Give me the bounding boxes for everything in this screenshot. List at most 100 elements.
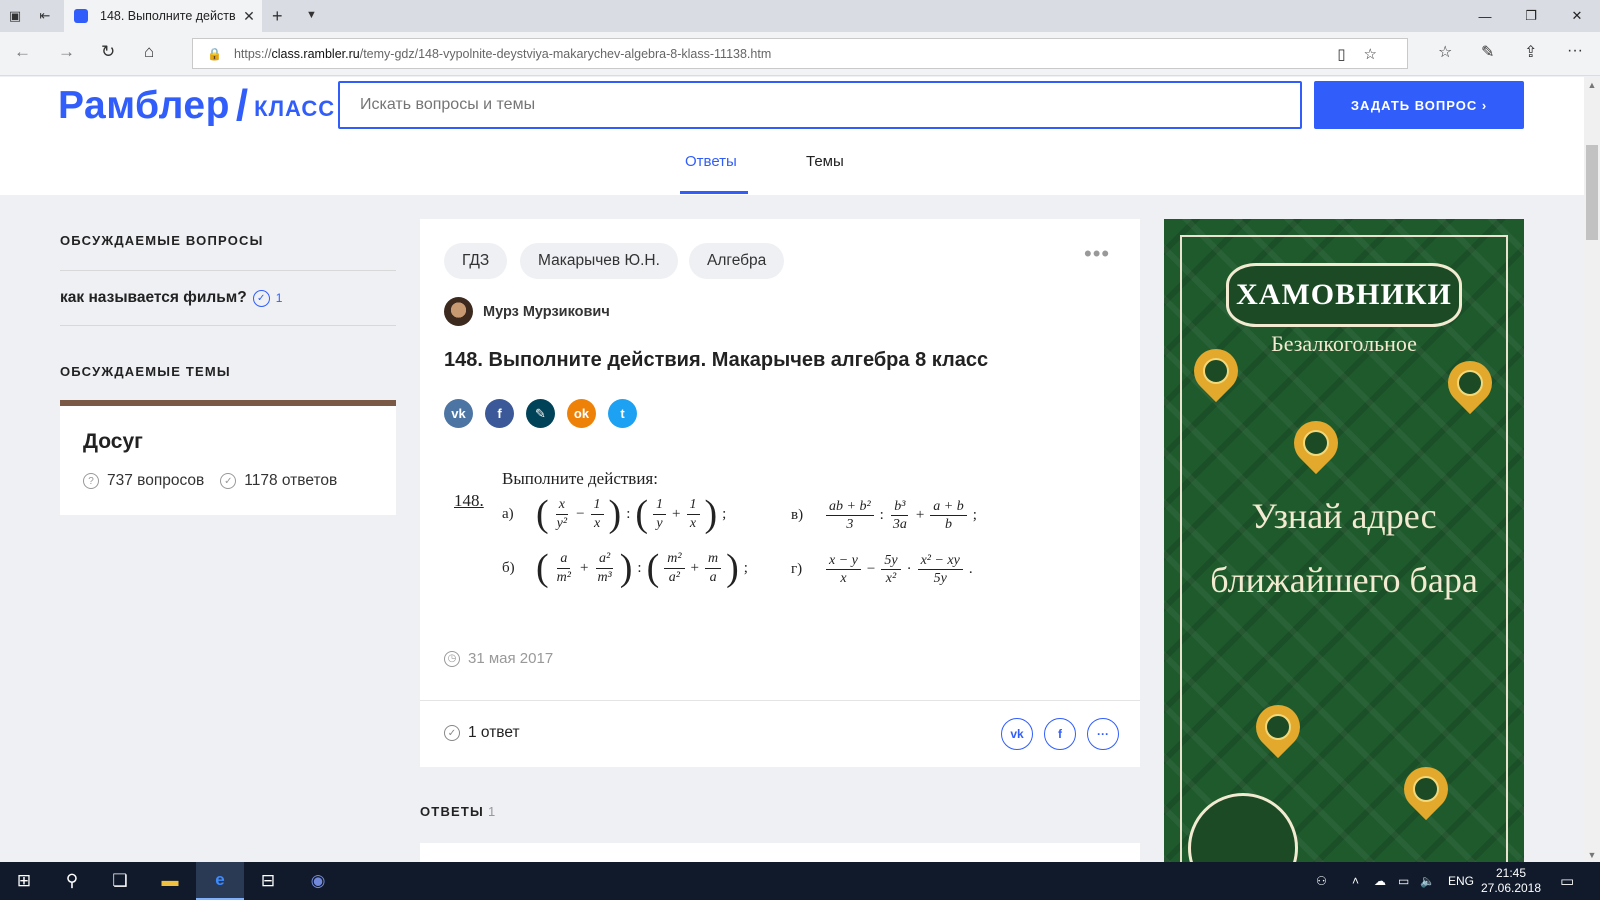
clock-time: 21:45 (1495, 866, 1527, 880)
sidebar-question-answer-count: 1 (275, 291, 283, 305)
tab-answers[interactable]: Ответы (685, 153, 737, 170)
start-windows-icon[interactable]: ⊞ (0, 862, 48, 900)
odnoklassniki-icon[interactable]: ok (567, 399, 596, 428)
search-icon[interactable]: ⚲ (48, 862, 96, 900)
tab-actions-icon[interactable]: ▣ (0, 0, 30, 32)
minimize-icon[interactable]: — (1462, 0, 1508, 32)
answer-count[interactable]: ✓ 1 ответ (444, 724, 520, 742)
share-facebook-button[interactable]: f (1044, 718, 1076, 750)
scroll-thumb[interactable] (1586, 145, 1598, 240)
label-v: в) (791, 507, 804, 524)
sidebar-question-text: как называется фильм? (60, 289, 247, 306)
author-name[interactable]: Мурз Мурзикович (483, 304, 610, 320)
active-tab-indicator (680, 191, 748, 194)
topic-questions-count: 737 вопросов (107, 472, 205, 489)
discord-icon[interactable]: ◉ (294, 862, 342, 900)
answers-count: 1 (487, 804, 497, 819)
task-heading: Выполните действия: (502, 469, 658, 488)
system-clock[interactable]: 21:45 27.06.2018 (1476, 866, 1546, 896)
divider (60, 270, 396, 271)
share-vk-button[interactable]: vk (1001, 718, 1033, 750)
scroll-down-icon[interactable]: ▼ (1584, 847, 1600, 863)
answers-section-title: ОТВЕТЫ 1 (420, 804, 496, 819)
logo-brand: Рамблер (58, 84, 230, 127)
ad-line-1: Узнай адрес (1251, 496, 1437, 536)
maximize-icon[interactable]: ❐ (1508, 0, 1554, 32)
edge-browser-icon[interactable]: e (196, 862, 244, 900)
url-prefix: https:// (233, 46, 272, 61)
favorites-hub-icon[interactable]: ☆ (1438, 42, 1452, 62)
more-menu-icon[interactable]: ··· (1567, 42, 1583, 60)
address-bar[interactable]: 🔒 https:// class.rambler.ru /temy-gdz/14… (192, 38, 1408, 69)
network-icon[interactable]: ▭ (1398, 862, 1409, 900)
answered-check-icon: ✓ (252, 289, 270, 307)
close-tab-icon[interactable]: ✕ (236, 8, 262, 25)
advertisement-banner[interactable]: ХАМОВНИКИ Безалкогольное Узнай адрес бли… (1164, 219, 1524, 863)
question-title: 148. Выполните действия. Макарычев алгеб… (444, 349, 989, 371)
site-header: Рамблер / КЛАСС ЗАДАТЬ ВОПРОС › Ответы Т… (0, 77, 1584, 195)
label-a: а) (502, 505, 514, 522)
page-scrollbar[interactable]: ▲ ▼ (1584, 77, 1600, 863)
clock-icon: ◷ (444, 650, 460, 667)
browser-nav-bar: ← → ↻ ⌂ 🔒 https:// class.rambler.ru /tem… (0, 32, 1600, 76)
back-icon[interactable]: ← (14, 42, 31, 62)
file-explorer-icon[interactable]: ▬ (146, 862, 194, 900)
check-circle-icon: ✓ (220, 473, 237, 489)
tag-gdz[interactable]: ГДЗ (444, 243, 508, 279)
expression-b: б) ( a m² + a² m³ ):( m² a² + ma ); (502, 547, 748, 589)
share-icon[interactable]: ⇪ (1524, 42, 1537, 62)
livejournal-icon[interactable]: ✎ (526, 399, 555, 428)
logo-slash: / (235, 81, 249, 130)
new-tab-icon[interactable]: + (272, 6, 283, 27)
check-circle-icon: ✓ (444, 725, 460, 741)
share-more-button[interactable]: ··· (1087, 718, 1119, 750)
people-icon[interactable]: ⚇ (1316, 862, 1327, 900)
vk-icon[interactable]: vk (444, 399, 473, 428)
label-b: б) (502, 559, 515, 576)
tray-overflow-icon[interactable]: ˄ (1352, 862, 1359, 900)
task-number: 148. (454, 491, 484, 510)
rambler-favicon-icon (74, 9, 88, 23)
topic-stats: ? 737 вопросов ✓ 1178 ответов (83, 472, 337, 490)
forward-icon[interactable]: → (58, 42, 75, 62)
browser-tab[interactable]: 148. Выполните действ ✕ (64, 0, 262, 32)
twitter-icon[interactable]: t (608, 399, 637, 428)
reading-view-and-favorite-icons[interactable]: ▯☆ (1337, 45, 1395, 63)
answer-card (420, 843, 1140, 863)
close-window-icon[interactable]: ✕ (1554, 0, 1600, 32)
question-date: ◷ 31 мая 2017 (444, 650, 553, 667)
tab-topics[interactable]: Темы (806, 153, 844, 170)
facebook-icon[interactable]: f (485, 399, 514, 428)
input-language[interactable]: ENG (1448, 862, 1474, 900)
tag-algebra[interactable]: Алгебра (689, 243, 785, 279)
topic-card[interactable]: Досуг ? 737 вопросов ✓ 1178 ответов (60, 400, 396, 515)
home-icon[interactable]: ⌂ (144, 42, 154, 62)
chevron-down-icon[interactable]: ▼ (306, 9, 317, 21)
refresh-icon[interactable]: ↻ (101, 42, 115, 62)
discussed-questions-title: ОБСУЖДАЕМЫЕ ВОПРОСЫ (60, 233, 264, 248)
topic-name: Досуг (83, 430, 143, 453)
ad-line-2: ближайшего бара (1210, 560, 1478, 600)
date-text: 31 мая 2017 (468, 650, 554, 667)
ask-question-button[interactable]: ЗАДАТЬ ВОПРОС › (1314, 81, 1524, 129)
store-icon[interactable]: ⊟ (244, 862, 292, 900)
task-view-icon[interactable]: ❏ (96, 862, 144, 900)
lock-icon: 🔒 (207, 46, 222, 61)
onedrive-icon[interactable]: ☁ (1374, 862, 1386, 900)
logo-product: КЛАСС (254, 96, 336, 121)
avatar[interactable] (444, 297, 473, 326)
discussed-topics-title: ОБСУЖДАЕМЫЕ ТЕМЫ (60, 364, 231, 379)
action-center-icon[interactable]: ▭ (1560, 862, 1574, 900)
tag-makarychev[interactable]: Макарычев Ю.Н. (520, 243, 678, 279)
volume-icon[interactable]: 🔈 (1420, 862, 1435, 900)
windows-taskbar: ⊞ ⚲ ❏ ▬ e ⊟ ◉ ⚇ ˄ ☁ ▭ 🔈 ENG 21:45 27.06.… (0, 862, 1600, 900)
rambler-klass-logo[interactable]: Рамблер / КЛАСС (58, 81, 335, 131)
task-image: Выполните действия: 148. а) ( x y² − 1x ):… (446, 459, 1046, 649)
answer-count-text: 1 ответ (468, 724, 520, 741)
notes-pen-icon[interactable]: ✎ (1481, 42, 1494, 62)
search-input[interactable] (338, 81, 1302, 129)
more-options-icon[interactable]: ••• (1084, 241, 1110, 267)
scroll-up-icon[interactable]: ▲ (1584, 77, 1600, 93)
set-aside-tabs-icon[interactable]: ⇤ (30, 0, 60, 32)
sidebar-question-link[interactable]: как называется фильм? ✓ 1 (60, 289, 282, 307)
